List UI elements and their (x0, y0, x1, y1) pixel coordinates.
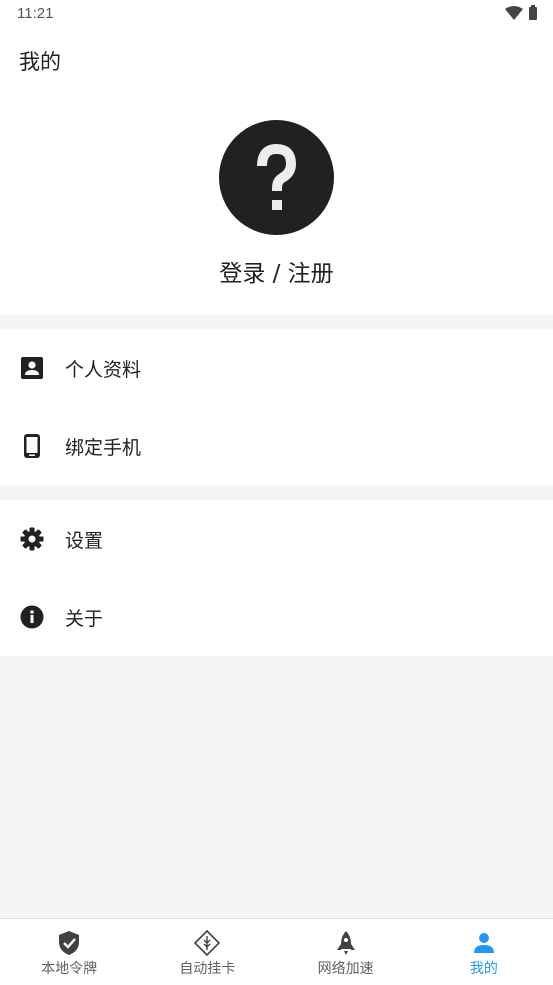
page-title: 我的 (19, 50, 61, 74)
gear-icon (20, 527, 44, 551)
battery-icon (529, 5, 537, 20)
login-register-link[interactable]: 登录 / 注册 (0, 254, 553, 288)
wifi-icon (505, 5, 523, 20)
status-bar: 11:21 (0, 0, 553, 28)
status-icons (505, 5, 537, 20)
nav-item-network-boost[interactable]: 网络加速 (277, 919, 415, 985)
shield-check-icon (59, 931, 80, 955)
profile-section: 我的 登录 / 注册 (0, 28, 553, 315)
menu-item-about[interactable]: 关于 (0, 578, 553, 656)
menu-item-label: 设置 (65, 530, 104, 552)
card-diamond-icon (194, 930, 221, 956)
info-icon (20, 605, 44, 629)
nav-item-local-token[interactable]: 本地令牌 (0, 919, 138, 985)
menu-item-label: 关于 (65, 608, 104, 630)
nav-item-auto-idle[interactable]: 自动挂卡 (138, 919, 276, 985)
menu-group-account: 个人资料 绑定手机 (0, 329, 553, 485)
menu-item-profile[interactable]: 个人资料 (0, 329, 553, 407)
menu-item-settings[interactable]: 设置 (0, 500, 553, 578)
menu-item-bind-phone[interactable]: 绑定手机 (0, 407, 553, 485)
nav-label: 网络加速 (317, 961, 374, 977)
menu-group-app: 设置 关于 (0, 500, 553, 656)
menu-item-label: 绑定手机 (65, 437, 142, 459)
bottom-navigation: 本地令牌 自动挂卡 网络加速 我的 (0, 918, 553, 985)
nav-label: 本地令牌 (41, 961, 98, 977)
question-icon (257, 143, 297, 210)
status-time: 11:21 (17, 5, 54, 22)
nav-item-mine[interactable]: 我的 (415, 919, 553, 985)
phone-icon (24, 434, 40, 458)
nav-label: 我的 (469, 961, 498, 977)
person-icon (473, 933, 494, 953)
rocket-icon (336, 931, 355, 955)
avatar[interactable] (219, 120, 334, 235)
profile-card-icon (21, 357, 43, 379)
menu-item-label: 个人资料 (65, 359, 142, 381)
nav-label: 自动挂卡 (179, 961, 236, 977)
